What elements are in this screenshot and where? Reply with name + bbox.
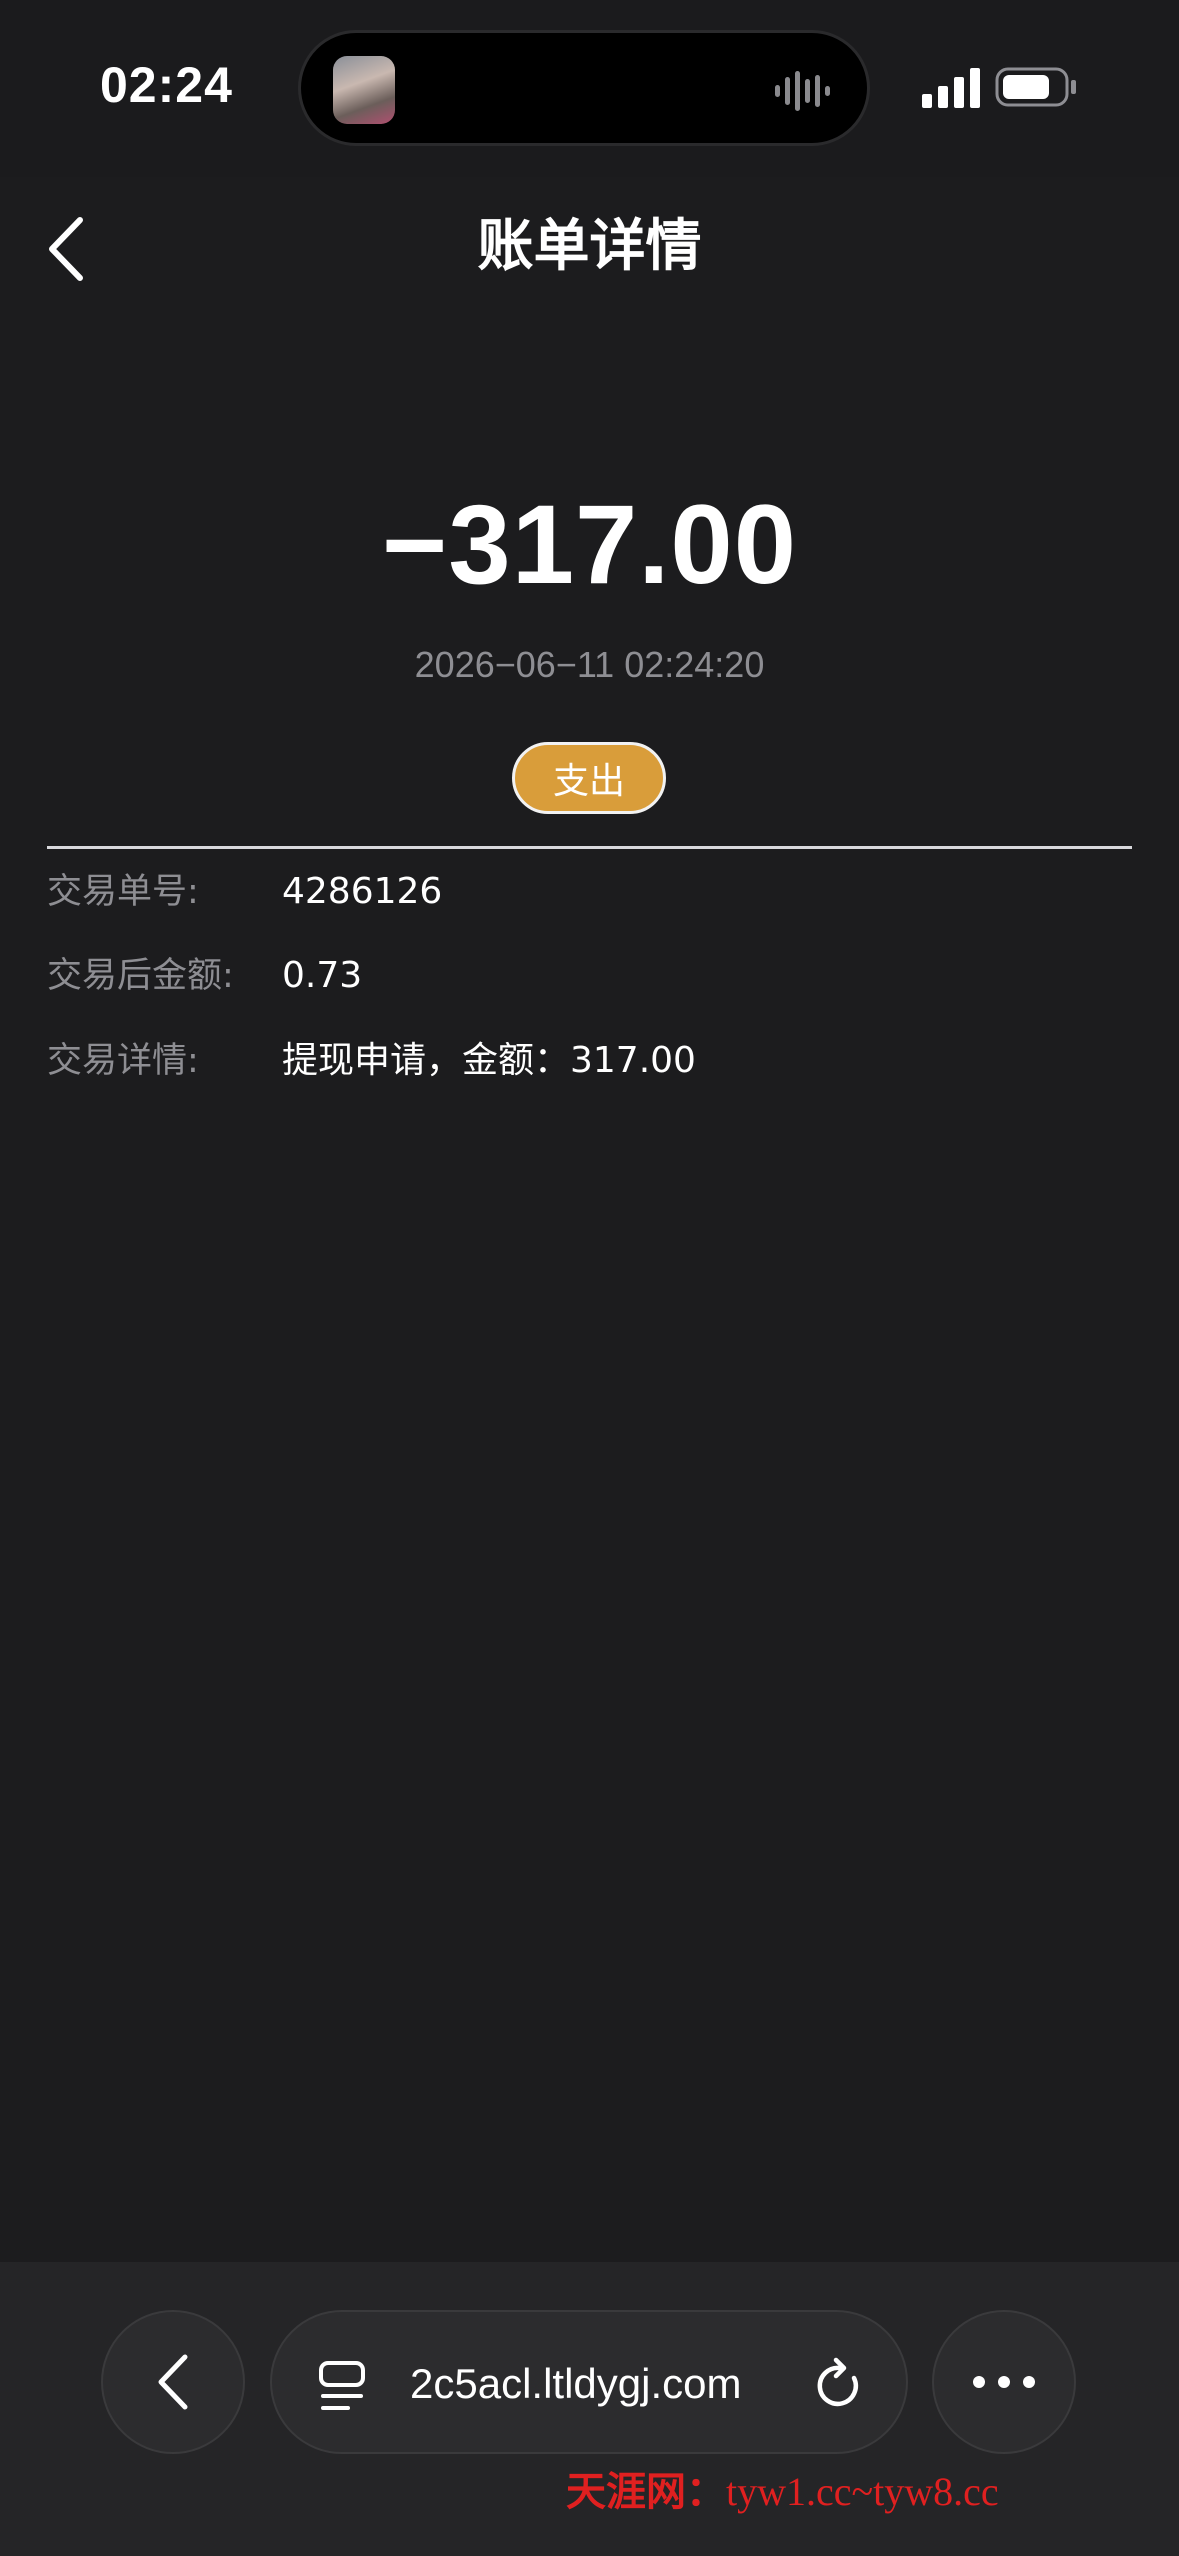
audio-wave-icon: [775, 71, 830, 111]
page-title: 账单详情: [477, 214, 702, 279]
status-bar: 02:24: [0, 0, 1179, 177]
more-button[interactable]: [932, 2310, 1076, 2454]
detail-row-balance-after: 交易后金额: 0.73: [47, 946, 1132, 1006]
watermark-site-name: 天涯网：: [566, 2468, 726, 2515]
transaction-datetime: 2026−06−11 02:24:20: [414, 644, 765, 685]
divider: [47, 846, 1132, 849]
chevron-left-icon: [158, 2354, 188, 2410]
transaction-type-badge: 支出: [512, 742, 666, 814]
battery-icon: [995, 67, 1076, 107]
signal-icon: [922, 68, 980, 108]
more-icon: [973, 2376, 1035, 2388]
transaction-amount: −317.00: [382, 482, 797, 607]
dynamic-island[interactable]: [298, 30, 870, 146]
island-avatar-icon: [333, 56, 395, 124]
detail-label: 交易单号:: [47, 872, 199, 912]
header: 账单详情: [0, 177, 1179, 317]
detail-label: 交易后金额:: [47, 956, 234, 996]
detail-row-description: 交易详情: 提现申请，金额：317.00: [47, 1031, 1132, 1091]
url-text[interactable]: 2c5acl.ltldygj.com: [410, 2356, 741, 2412]
status-time: 02:24: [100, 57, 233, 113]
browser-back-button[interactable]: [101, 2310, 245, 2454]
watermark: 天涯网：tyw1.cc~tyw8.cc: [566, 2464, 999, 2520]
detail-value: 提现申请，金额：317.00: [282, 1040, 696, 1081]
detail-value: 0.73: [282, 955, 363, 996]
detail-value: 4286126: [282, 871, 443, 912]
detail-label: 交易详情:: [47, 1041, 199, 1081]
reload-icon[interactable]: [814, 2356, 866, 2412]
detail-row-order-number: 交易单号: 4286126: [47, 862, 1132, 922]
watermark-urls: tyw1.cc~tyw8.cc: [726, 2469, 999, 2514]
tabs-icon: [319, 2361, 365, 2410]
address-bar[interactable]: 2c5acl.ltldygj.com: [270, 2310, 908, 2454]
